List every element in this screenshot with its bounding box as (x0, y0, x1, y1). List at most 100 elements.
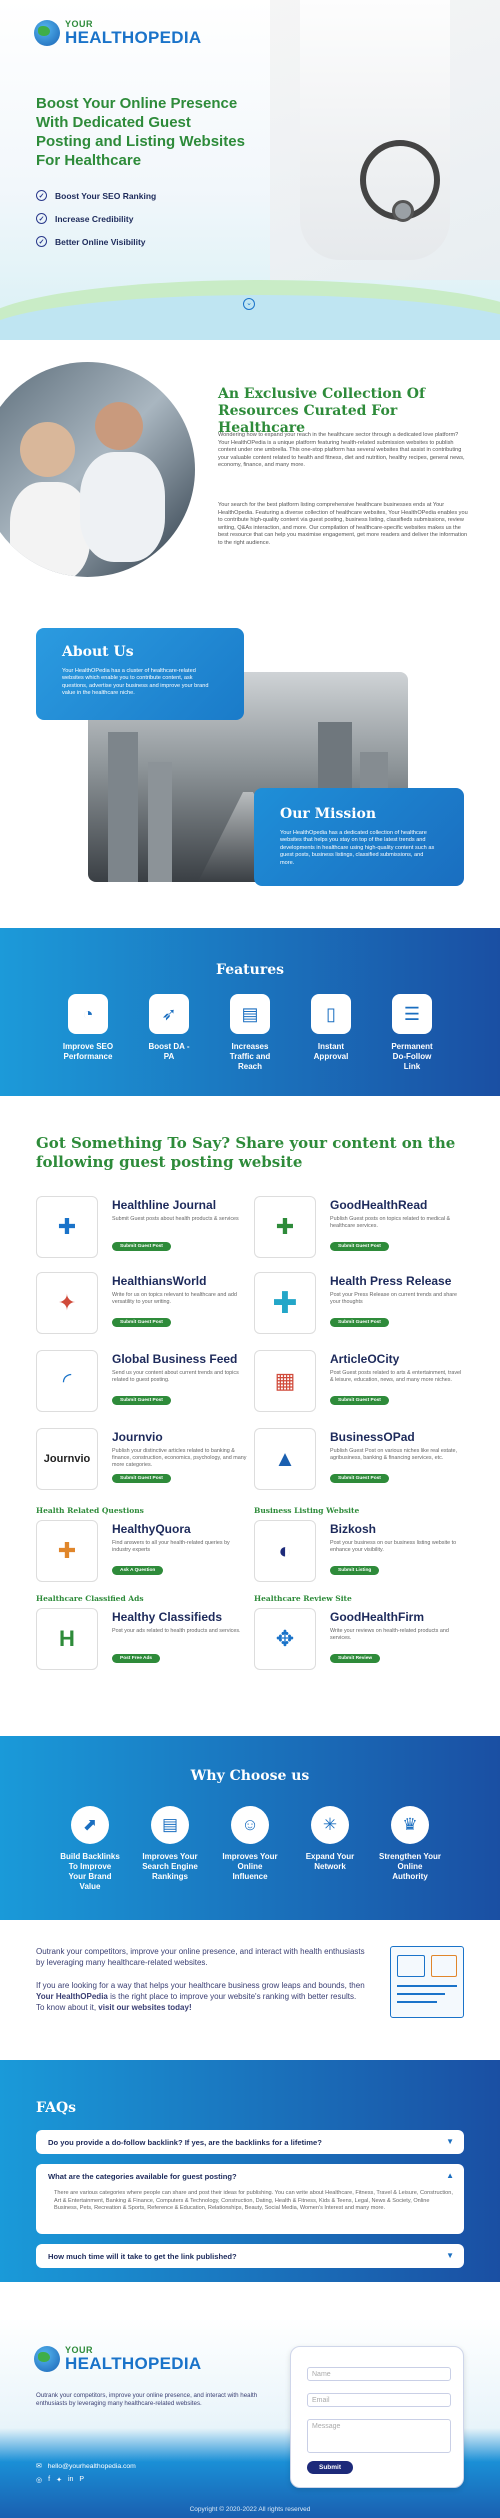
post-free-ads-button[interactable]: Post Free Ads (112, 1654, 161, 1663)
card-title[interactable]: HealthiansWorld (112, 1274, 206, 1288)
footer-email[interactable]: ✉ hello@yourhealthopedia.com (36, 2462, 136, 2471)
submit-guest-post-button[interactable]: Submit Guest Post (112, 1242, 171, 1251)
feature-label: Improve SEO Performance (62, 1042, 114, 1061)
hero-bullet: ✓ Increase Credibility (36, 213, 156, 224)
site-card: ✚ HealthyQuora Find answers to all your … (36, 1520, 246, 1584)
pinterest-icon[interactable]: P (79, 2476, 84, 2484)
healthy-classifieds-logo[interactable]: H (36, 1608, 98, 1670)
submit-guest-post-button[interactable]: Submit Guest Post (112, 1318, 171, 1327)
feature-item: ▤ Increases Traffic and Reach (224, 994, 276, 1072)
why-title: Why Choose us (190, 1768, 310, 1784)
submit-guest-post-button[interactable]: Submit Guest Post (112, 1474, 171, 1483)
card-title[interactable]: Health Press Release (330, 1274, 451, 1288)
card-desc: Write your reviews on health-related pro… (330, 1628, 449, 1641)
card-desc: Find answers to all your health-related … (112, 1540, 230, 1553)
healthiansworld-logo[interactable]: ✦ (36, 1272, 98, 1334)
rocket-icon: ➶ (149, 994, 189, 1034)
globe-icon (34, 20, 60, 46)
building-shape (148, 762, 172, 882)
outrank-paragraph-2: If you are looking for a way that helps … (36, 1980, 366, 2013)
card-title[interactable]: GoodHealthFirm (330, 1610, 424, 1624)
businessopad-logo[interactable]: ▲ (254, 1428, 316, 1490)
card-title[interactable]: BusinessOPad (330, 1430, 415, 1444)
why-row: ⬈ Build Backlinks To Improve Your Brand V… (0, 1806, 500, 1892)
submit-guest-post-button[interactable]: Submit Guest Post (330, 1242, 389, 1251)
why-label: Expand Your Network (305, 1852, 355, 1871)
submit-review-button[interactable]: Submit Review (330, 1654, 381, 1663)
facebook-icon[interactable]: f (48, 2476, 50, 2484)
card-title[interactable]: GoodHealthRead (330, 1198, 427, 1212)
hero-bullet-list: ✓ Boost Your SEO Ranking ✓ Increase Credib… (36, 190, 156, 259)
bizkosh-logo[interactable]: ◐ (254, 1520, 316, 1582)
healthyquora-logo[interactable]: ✚ (36, 1520, 98, 1582)
feature-label: Boost DA - PA (148, 1042, 190, 1061)
card-title[interactable]: Journvio (112, 1430, 163, 1444)
feature-item: ☰ Permanent Do-Follow Link (386, 994, 438, 1072)
faq-question[interactable]: How much time will it take to get the li… (48, 2252, 237, 2261)
card-desc: Post your Press Release on current trend… (330, 1292, 458, 1305)
gauge-icon: ◔ (68, 994, 108, 1034)
card-title[interactable]: ArticleOCity (330, 1352, 399, 1366)
growth-icon: ⬈ (71, 1806, 109, 1844)
goodhealthfirm-logo[interactable]: ✥ (254, 1608, 316, 1670)
features-title: Features (216, 962, 284, 978)
message-field[interactable]: Message (307, 2419, 451, 2453)
why-label: Build Backlinks To Improve Your Brand Va… (60, 1852, 120, 1891)
illustration-line (397, 1993, 445, 1995)
instagram-icon[interactable]: ◎ (36, 2476, 42, 2484)
twitter-icon[interactable]: ✦ (56, 2476, 62, 2484)
submit-guest-post-button[interactable]: Submit Guest Post (330, 1474, 389, 1483)
faq-item[interactable]: What are the categories available for gu… (36, 2164, 464, 2234)
card-desc: Send us your content about current trend… (112, 1370, 239, 1383)
email-text[interactable]: hello@yourhealthopedia.com (48, 2463, 136, 2470)
site-logo[interactable]: YOUR HEALTHOPEDIA (34, 20, 201, 46)
submit-guest-post-button[interactable]: Submit Guest Post (112, 1396, 171, 1405)
linkedin-icon[interactable]: in (68, 2476, 73, 2484)
submit-button[interactable]: Submit (307, 2461, 353, 2474)
ask-a-question-button[interactable]: Ask A Question (112, 1566, 164, 1575)
hero-bullet-text: Better Online Visibility (55, 236, 146, 247)
feature-label: Increases Traffic and Reach (229, 1042, 271, 1071)
chevron-up-icon[interactable]: ▲ (446, 2171, 454, 2180)
healthline-journal-logo[interactable]: ✚ (36, 1196, 98, 1258)
site-card: ◐ Bizkosh Post your business on our busi… (254, 1520, 464, 1584)
why-label: Improves Your Search Engine Rankings (142, 1852, 198, 1881)
hero-bullet: ✓ Better Online Visibility (36, 236, 156, 247)
submit-guest-post-button[interactable]: Submit Guest Post (330, 1396, 389, 1405)
card-title[interactable]: Healthy Classifieds (112, 1610, 222, 1624)
site-card: ✚ Healthline Journal Submit Guest posts … (36, 1196, 246, 1260)
health-press-release-logo[interactable]: ✚ (254, 1272, 316, 1334)
social-links: ◎ f ✦ in P (36, 2476, 84, 2484)
journvio-logo[interactable]: Journvio (36, 1428, 98, 1490)
submit-guest-post-button[interactable]: Submit Guest Post (330, 1318, 389, 1327)
goodhealthread-logo[interactable]: ✚ (254, 1196, 316, 1258)
feature-item: ➶ Boost DA - PA (143, 994, 195, 1072)
submit-listing-button[interactable]: Submit Listing (330, 1566, 380, 1575)
scroll-down-icon[interactable]: ⌄ (243, 298, 255, 310)
card-desc: Publish your distinctive articles relate… (112, 1448, 247, 1468)
card-title[interactable]: Healthline Journal (112, 1198, 216, 1212)
feature-item: ◔ Improve SEO Performance (62, 994, 114, 1072)
name-field[interactable]: Name (307, 2367, 451, 2381)
visit-websites-link[interactable]: visit our websites today! (98, 2003, 191, 2012)
faq-question[interactable]: Do you provide a do-follow backlink? If … (48, 2138, 322, 2147)
network-icon: ✳ (311, 1806, 349, 1844)
global-business-feed-logo[interactable]: ◜ (36, 1350, 98, 1412)
faq-item[interactable]: How much time will it take to get the li… (36, 2244, 464, 2268)
faq-question[interactable]: What are the categories available for gu… (48, 2172, 237, 2181)
email-field[interactable]: Email (307, 2393, 451, 2407)
site-card: ◜ Global Business Feed Send us your cont… (36, 1350, 246, 1414)
card-title[interactable]: Bizkosh (330, 1522, 376, 1536)
card-title[interactable]: Global Business Feed (112, 1352, 237, 1366)
faq-item[interactable]: Do you provide a do-follow backlink? If … (36, 2130, 464, 2154)
articleocity-logo[interactable]: ▦ (254, 1350, 316, 1412)
badge-icon: ♛ (391, 1806, 429, 1844)
footer-logo[interactable]: YOUR HEALTHOPEDIA (34, 2346, 201, 2372)
site-card: ▲ BusinessOPad Publish Guest Post on var… (254, 1428, 464, 1492)
card-title[interactable]: HealthyQuora (112, 1522, 191, 1536)
chevron-down-icon[interactable]: ▼ (446, 2251, 454, 2260)
check-circle-icon: ✓ (36, 213, 47, 224)
collection-title: An Exclusive Collection Of Resources Cur… (218, 386, 426, 436)
chevron-down-icon[interactable]: ▼ (446, 2137, 454, 2146)
site-card: ✥ GoodHealthFirm Write your reviews on h… (254, 1608, 464, 1672)
